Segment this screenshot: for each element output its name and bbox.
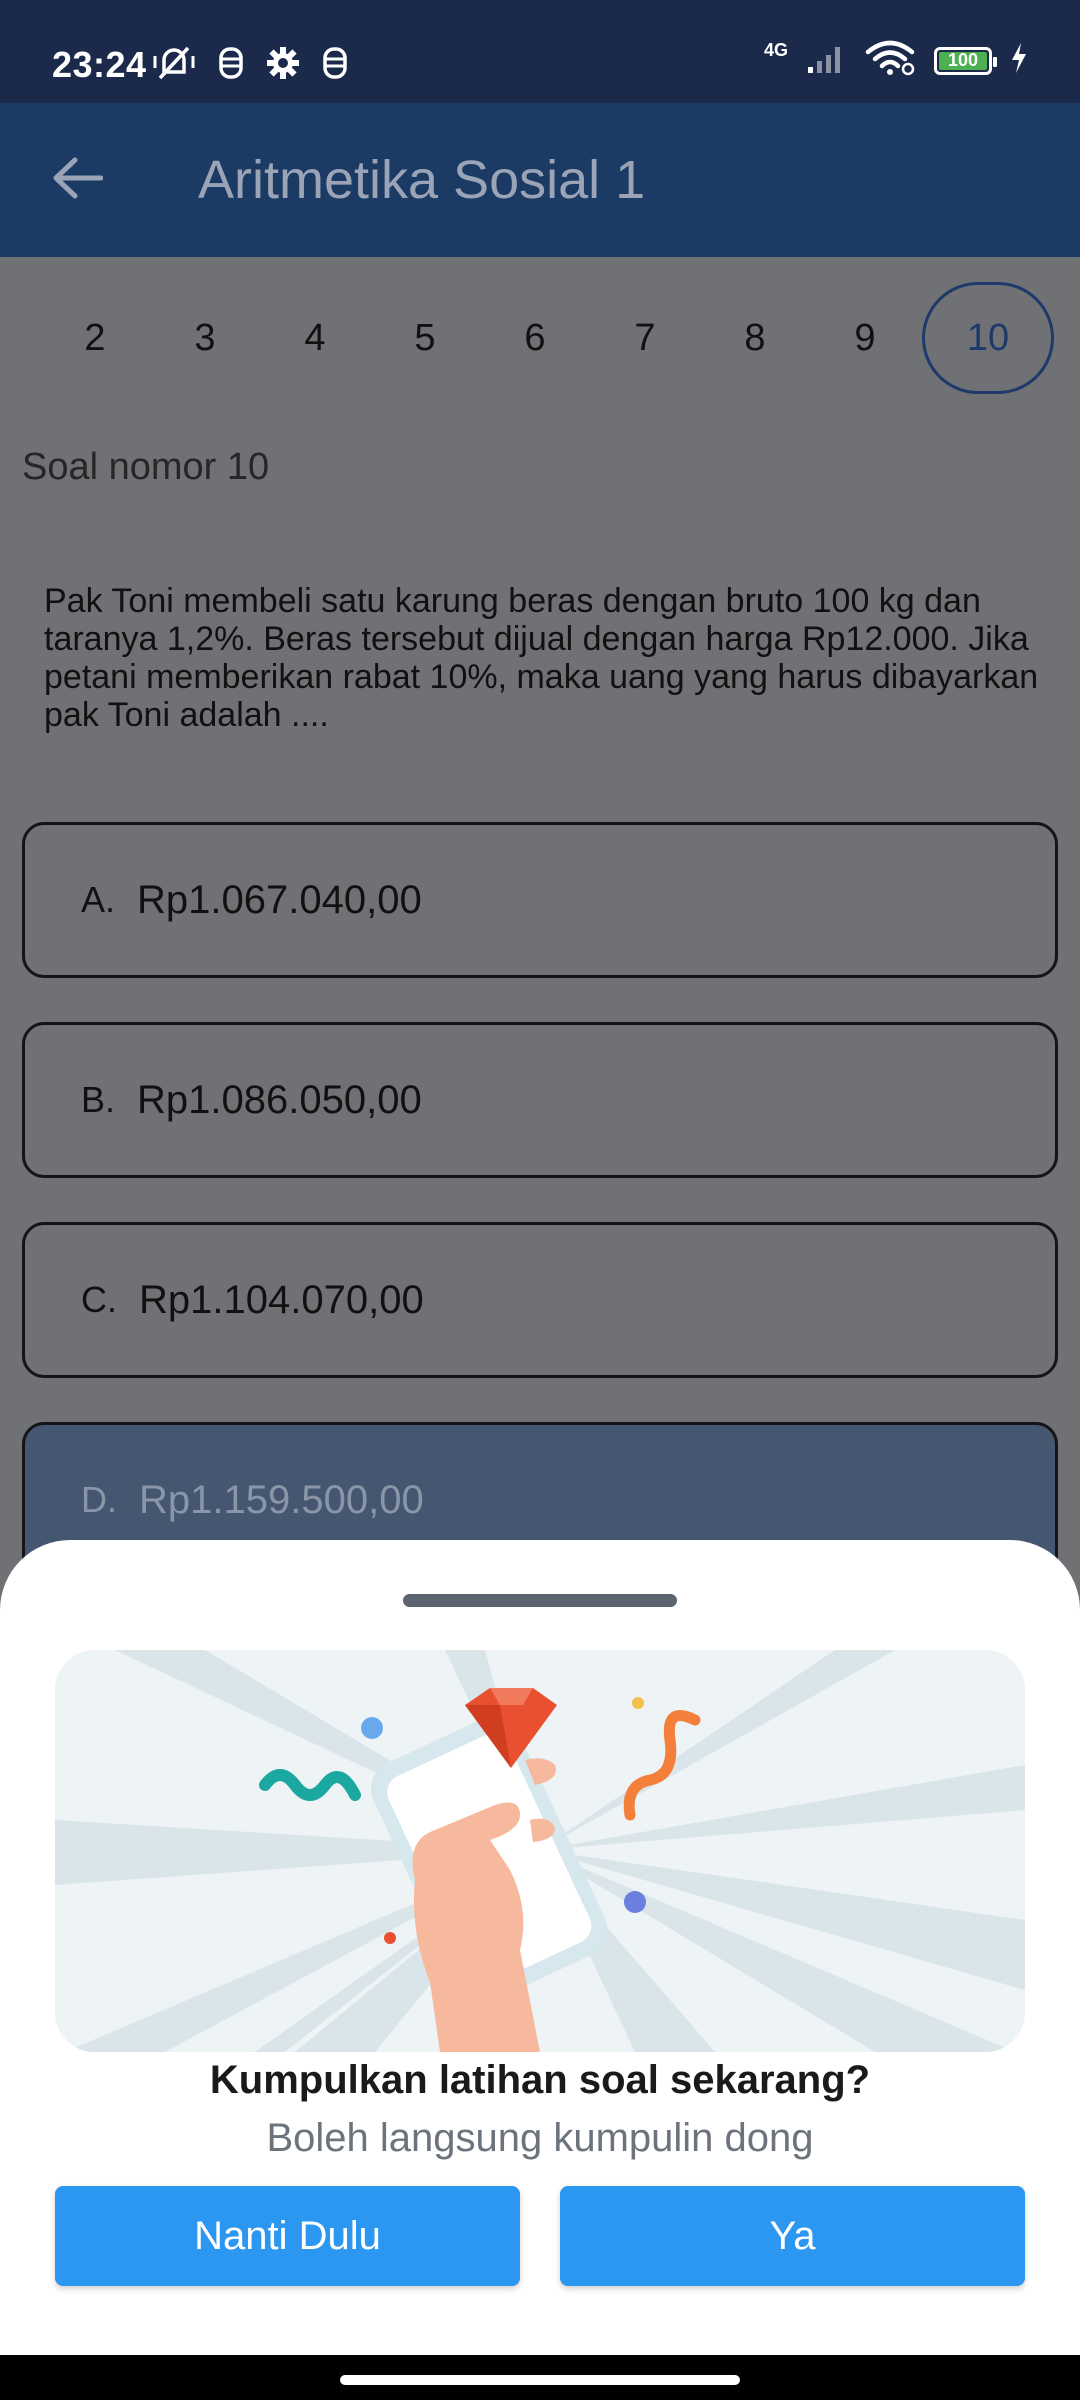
celebration-illustration	[55, 1650, 1025, 2052]
arrow-left-icon	[51, 156, 104, 205]
status-time: 23:24	[52, 44, 147, 85]
back-button[interactable]	[40, 143, 114, 217]
sheet-title: Kumpulkan latihan soal sekarang?	[209, 2058, 871, 2102]
app-bar: Aritmetika Sosial 1	[0, 103, 1080, 257]
question-number-button[interactable]: 5	[370, 282, 480, 394]
network-type-label: 4G	[763, 40, 788, 60]
signal-icon	[806, 41, 846, 80]
sheet-drag-handle[interactable]	[403, 1594, 677, 1607]
question-number-button[interactable]: 3	[150, 282, 260, 394]
question-number-nav: 2 3 4 5 6 7 8 9 10	[0, 282, 1080, 394]
system-nav-bar	[0, 2355, 1080, 2400]
question-number-button-active[interactable]: 10	[922, 282, 1054, 394]
wifi-icon	[864, 40, 916, 81]
answer-option-a[interactable]: A. Rp1.067.040,00	[22, 822, 1058, 978]
option-text: Rp1.067.040,00	[137, 877, 422, 922]
question-number-button[interactable]: 8	[700, 282, 810, 394]
option-text: Rp1.159.500,00	[139, 1477, 424, 1522]
option-letter: B.	[81, 1079, 116, 1120]
accessibility-icon	[322, 46, 348, 85]
accessibility-icon	[218, 46, 244, 85]
option-text: Rp1.104.070,00	[139, 1277, 424, 1322]
charging-icon	[1010, 42, 1028, 79]
battery-icon: 100	[934, 46, 997, 75]
question-number-button[interactable]: 4	[260, 282, 370, 394]
option-text: Rp1.086.050,00	[137, 1077, 422, 1122]
question-number-button[interactable]: 6	[480, 282, 590, 394]
option-letter: C.	[81, 1279, 117, 1320]
answer-option-b[interactable]: B. Rp1.086.050,00	[22, 1022, 1058, 1178]
mute-vibrate-icon	[152, 44, 196, 87]
page-title: Aritmetika Sosial 1	[198, 150, 646, 210]
yes-submit-button[interactable]: Ya	[560, 2186, 1025, 2286]
question-number-button[interactable]: 2	[40, 282, 150, 394]
battery-level: 100	[947, 50, 979, 70]
later-button[interactable]: Nanti Dulu	[55, 2186, 520, 2286]
submit-bottom-sheet: Kumpulkan latihan soal sekarang? Boleh l…	[0, 1540, 1080, 2355]
sheet-subtitle: Boleh langsung kumpulin dong	[266, 2116, 814, 2160]
question-number-button[interactable]: 7	[590, 282, 700, 394]
option-letter: A.	[81, 879, 116, 920]
home-gesture-handle[interactable]	[340, 2375, 740, 2385]
question-number-button[interactable]: 9	[810, 282, 920, 394]
answer-option-c[interactable]: C. Rp1.104.070,00	[22, 1222, 1058, 1378]
status-system-icons: 4G 100	[764, 40, 1028, 81]
settings-icon	[266, 46, 300, 85]
status-notification-icons	[152, 44, 348, 87]
question-number-label: Soal nomor 10	[22, 446, 270, 488]
option-letter: D.	[81, 1479, 117, 1520]
status-bar: 23:24 4G 100	[0, 0, 1080, 103]
question-text: Pak Toni membeli satu karung beras denga…	[44, 582, 1039, 734]
